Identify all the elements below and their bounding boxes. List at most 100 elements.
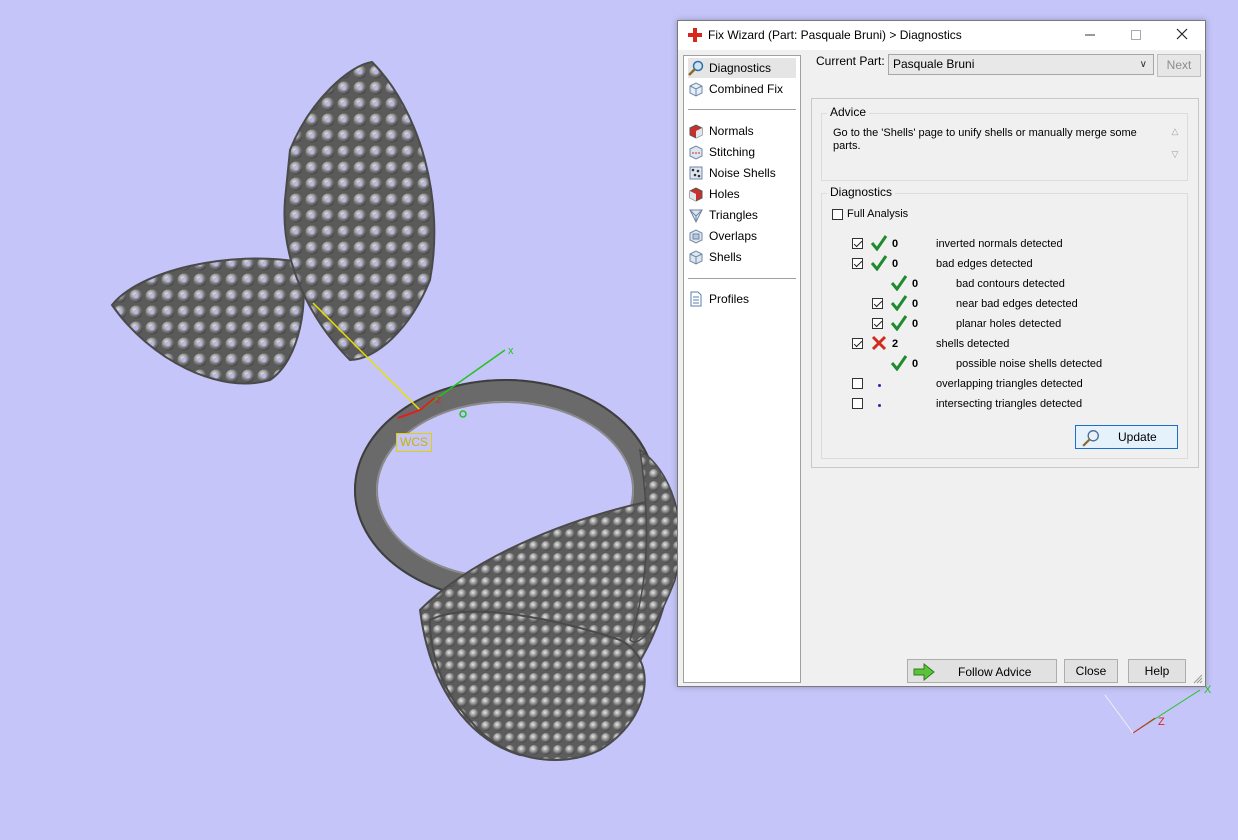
- advice-group: Advice Go to the 'Shells' page to unify …: [821, 105, 1188, 181]
- diagnostic-row: 0 inverted normals detected: [822, 235, 1182, 255]
- nav-separator: [688, 278, 796, 279]
- arrow-right-icon: [913, 663, 935, 681]
- nav-label: Combined Fix: [709, 82, 784, 96]
- current-part-select[interactable]: Pasquale Bruni ∨: [888, 54, 1154, 75]
- red-cross-icon: [688, 28, 702, 42]
- content-frame: Advice Go to the 'Shells' page to unify …: [811, 98, 1199, 468]
- diagnostic-count: 0: [912, 318, 919, 330]
- title-bar[interactable]: Fix Wizard (Part: Pasquale Bruni) > Diag…: [678, 21, 1205, 50]
- fix-wizard-dialog: Fix Wizard (Part: Pasquale Bruni) > Diag…: [677, 20, 1206, 687]
- document-icon: [690, 291, 702, 307]
- diagnostic-text: overlapping triangles detected: [936, 378, 1083, 390]
- diagnostic-count: 0: [912, 278, 919, 290]
- diagnostics-title: Diagnostics: [827, 185, 896, 199]
- diagnostic-text: bad edges detected: [936, 258, 1033, 270]
- diagnostic-text: intersecting triangles detected: [936, 398, 1083, 410]
- diagnostic-checkbox[interactable]: [852, 238, 863, 249]
- advice-title: Advice: [827, 105, 870, 119]
- maximize-button[interactable]: [1113, 21, 1159, 50]
- update-label: Update: [1118, 430, 1157, 444]
- chevron-down-icon: ∨: [1139, 59, 1147, 70]
- close-button[interactable]: Close: [1064, 659, 1118, 683]
- scroll-up-icon[interactable]: △: [1169, 126, 1181, 137]
- holes-icon: [689, 187, 703, 202]
- scroll-down-icon[interactable]: ▽: [1169, 149, 1181, 160]
- nav-item-stitching[interactable]: Stitching: [688, 142, 796, 162]
- nav-item-combined-fix[interactable]: Combined Fix: [688, 79, 796, 99]
- close-window-button[interactable]: [1159, 21, 1205, 50]
- nav-label: Noise Shells: [709, 166, 776, 180]
- axis-x-label: x: [508, 345, 514, 357]
- full-analysis-label: Full Analysis: [847, 208, 909, 220]
- nav-item-noise-shells[interactable]: Noise Shells: [688, 163, 796, 183]
- nav-label: Profiles: [709, 292, 750, 306]
- diagnostic-row: 0 planar holes detected: [822, 315, 1182, 335]
- nav-item-overlaps[interactable]: Overlaps: [688, 226, 796, 246]
- diagnostic-row: 2 shells detected: [822, 335, 1182, 355]
- diagnostic-count: 0: [892, 238, 899, 250]
- check-icon: [890, 355, 908, 371]
- nav-item-normals[interactable]: Normals: [688, 121, 796, 141]
- nav-separator: [688, 109, 796, 110]
- diagnostic-row: 0 bad edges detected: [822, 255, 1182, 275]
- diagnostic-checkbox[interactable]: [872, 298, 883, 309]
- nav-label: Triangles: [709, 208, 758, 222]
- stitching-icon: [689, 145, 703, 160]
- nav-item-triangles[interactable]: Triangles: [688, 205, 796, 225]
- diagnostic-row: 0 bad contours detected: [822, 275, 1182, 295]
- diagnostic-text: planar holes detected: [956, 318, 1062, 330]
- check-icon: [890, 295, 908, 311]
- current-part-label: Current Part:: [816, 54, 885, 68]
- resize-grip-icon[interactable]: [1193, 674, 1203, 684]
- full-analysis-checkbox[interactable]: [832, 209, 843, 220]
- diagnostic-checkbox[interactable]: [852, 378, 863, 389]
- diagnostic-text: bad contours detected: [956, 278, 1065, 290]
- noise-shells-icon: [689, 166, 703, 180]
- check-icon: [870, 235, 888, 251]
- diagnostic-count: 0: [892, 258, 899, 270]
- cross-icon: [871, 335, 887, 351]
- diagnostic-count: 2: [892, 338, 899, 350]
- wizard-nav: Diagnostics Combined Fix Normals Stitchi…: [683, 55, 801, 683]
- window-title: Fix Wizard (Part: Pasquale Bruni) > Diag…: [708, 28, 962, 42]
- advice-text: Go to the 'Shells' page to unify shells …: [833, 127, 1137, 152]
- nav-item-diagnostics[interactable]: Diagnostics: [688, 58, 796, 78]
- help-button[interactable]: Help: [1128, 659, 1186, 683]
- diagnostic-count: 0: [912, 298, 919, 310]
- diagnostic-text: possible noise shells detected: [956, 358, 1103, 370]
- axis-z-label: z: [436, 394, 442, 406]
- close-icon: [1176, 28, 1188, 40]
- nav-label: Shells: [709, 250, 742, 264]
- diagnostic-checkbox[interactable]: [852, 258, 863, 269]
- nav-label: Overlaps: [709, 229, 758, 243]
- diagnostics-group: Diagnostics Full Analysis 0 inverted norm…: [821, 185, 1188, 459]
- current-part-value: Pasquale Bruni: [893, 57, 975, 71]
- nav-label: Stitching: [709, 145, 756, 159]
- diagnostic-count: 0: [912, 358, 919, 370]
- follow-advice-label: Follow Advice: [958, 665, 1032, 679]
- corner-z-label: Z: [1158, 716, 1165, 728]
- maximize-icon: [1131, 30, 1141, 40]
- check-icon: [890, 315, 908, 331]
- nav-label: Diagnostics: [709, 61, 772, 75]
- diagnostic-row: 0 near bad edges detected: [822, 295, 1182, 315]
- diagnostic-row: intersecting triangles detected: [822, 397, 1182, 415]
- next-button[interactable]: Next: [1157, 54, 1201, 77]
- diagnostic-text: inverted normals detected: [936, 238, 1063, 250]
- left-petal: [110, 257, 305, 385]
- follow-advice-button[interactable]: Follow Advice: [907, 659, 1057, 683]
- diagnostic-checkbox[interactable]: [872, 318, 883, 329]
- shells-icon: [689, 250, 703, 265]
- minimize-button[interactable]: [1067, 21, 1113, 50]
- diagnostic-row: 0 possible noise shells detected: [822, 355, 1182, 375]
- update-button[interactable]: Update: [1075, 425, 1178, 449]
- nav-item-shells[interactable]: Shells: [688, 247, 796, 267]
- advice-scrollbar[interactable]: △ ▽: [1169, 126, 1181, 170]
- diagnostic-checkbox[interactable]: [852, 338, 863, 349]
- diagnostic-checkbox[interactable]: [852, 398, 863, 409]
- nav-item-profiles[interactable]: Profiles: [688, 289, 796, 309]
- nav-item-holes[interactable]: Holes: [688, 184, 796, 204]
- check-icon: [870, 255, 888, 271]
- check-icon: [890, 275, 908, 291]
- diagnostic-text: shells detected: [936, 338, 1010, 350]
